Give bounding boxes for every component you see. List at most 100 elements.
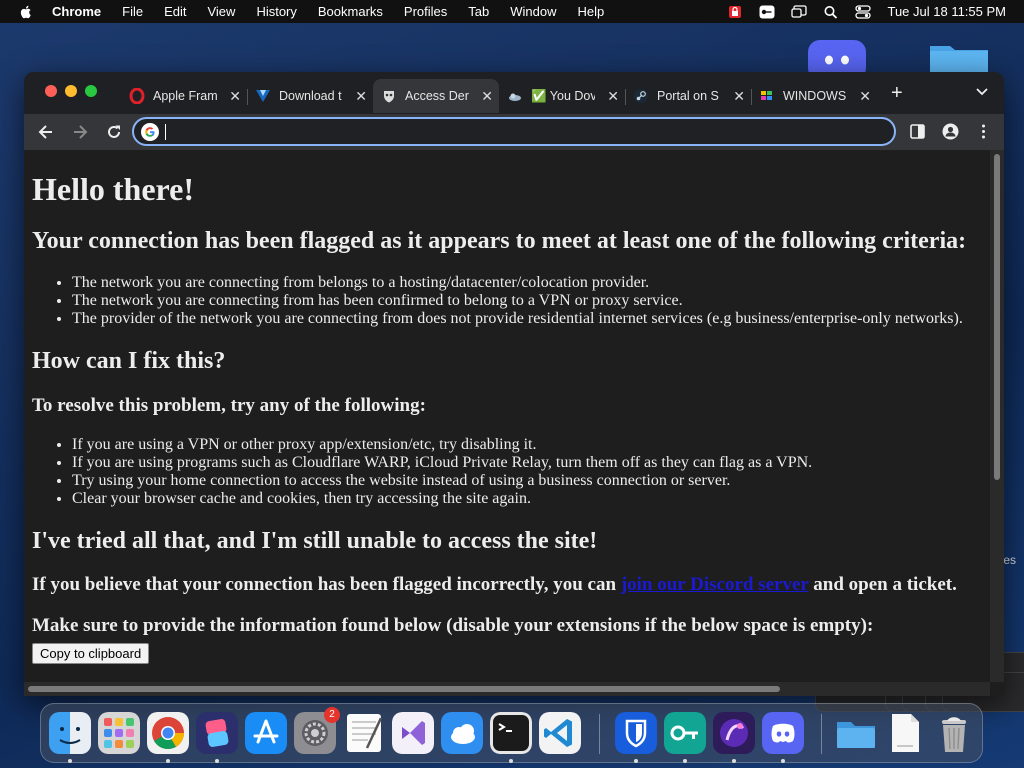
tab-title: ✅ You Dov bbox=[531, 88, 595, 103]
list-item: The network you are connecting from belo… bbox=[72, 274, 990, 292]
tab-title: Download t bbox=[279, 89, 342, 103]
running-indicator bbox=[68, 759, 72, 763]
new-tab-button[interactable]: + bbox=[891, 82, 903, 105]
minimize-window-button[interactable] bbox=[65, 85, 77, 97]
list-item: The provider of the network you are conn… bbox=[72, 310, 990, 328]
windows-app-icon bbox=[761, 91, 772, 100]
tab-title: Apple Fram bbox=[153, 89, 217, 103]
list-item: Try using your home connection to access… bbox=[72, 472, 990, 490]
folder-desktop-icon[interactable] bbox=[928, 40, 990, 72]
menu-tab[interactable]: Tab bbox=[468, 4, 489, 19]
chrome-icon[interactable] bbox=[147, 712, 189, 754]
document-icon[interactable] bbox=[884, 712, 926, 754]
tab-search-chevron-icon[interactable] bbox=[976, 86, 988, 98]
horizontal-scrollbar[interactable] bbox=[24, 682, 990, 696]
notification-badge: 2 bbox=[324, 707, 340, 723]
app-store-icon[interactable] bbox=[245, 712, 287, 754]
back-arrow-icon[interactable] bbox=[37, 123, 55, 141]
omnibox-input[interactable] bbox=[172, 123, 872, 140]
tab-windows[interactable]: WINDOWS ✕ bbox=[751, 79, 877, 113]
launchpad-icon[interactable] bbox=[98, 712, 140, 754]
dock: 2 bbox=[40, 703, 983, 763]
list-item: The network you are connecting from has … bbox=[72, 292, 990, 310]
tab-close-icon[interactable]: ✕ bbox=[481, 88, 493, 105]
weather-icon[interactable] bbox=[441, 712, 483, 754]
profile-avatar-icon[interactable] bbox=[942, 123, 959, 140]
lock-status-icon[interactable] bbox=[727, 5, 743, 19]
menu-app-name[interactable]: Chrome bbox=[52, 4, 101, 19]
control-center-icon[interactable] bbox=[855, 4, 872, 19]
apple-menu-icon[interactable] bbox=[18, 4, 34, 20]
tab-portal-steam[interactable]: Portal on S ✕ bbox=[625, 79, 752, 113]
menu-file[interactable]: File bbox=[122, 4, 143, 19]
tab-strip: Apple Fram ✕ Download t ✕ Access Der ✕ ✅… bbox=[24, 72, 1004, 114]
opera-icon bbox=[129, 88, 145, 104]
forward-arrow-icon[interactable] bbox=[71, 123, 89, 141]
spotlight-search-icon[interactable] bbox=[823, 5, 839, 19]
tab-apple-frameworks[interactable]: Apple Fram ✕ bbox=[121, 79, 248, 113]
menu-edit[interactable]: Edit bbox=[164, 4, 186, 19]
vscode-icon[interactable] bbox=[539, 712, 581, 754]
chrome-menu-icon[interactable] bbox=[975, 123, 992, 140]
terminal-icon[interactable] bbox=[490, 712, 532, 754]
discord-desktop-icon[interactable] bbox=[808, 40, 866, 74]
tab-title: WINDOWS bbox=[783, 89, 847, 103]
vuetify-icon bbox=[256, 90, 270, 102]
tab-close-icon[interactable]: ✕ bbox=[607, 88, 619, 105]
fixes-list: If you are using a VPN or other proxy ap… bbox=[32, 436, 990, 508]
tab-title: Access Der bbox=[405, 89, 469, 103]
cloud-icon bbox=[509, 93, 521, 101]
trash-icon[interactable] bbox=[933, 712, 975, 754]
desktop-partial-label: es bbox=[1003, 553, 1016, 567]
finder-icon[interactable] bbox=[49, 712, 91, 754]
reload-icon[interactable] bbox=[105, 123, 123, 141]
menu-history[interactable]: History bbox=[256, 4, 296, 19]
copy-to-clipboard-button[interactable]: Copy to clipboard bbox=[32, 643, 150, 664]
dock-separator bbox=[599, 714, 600, 754]
criteria-list: The network you are connecting from belo… bbox=[32, 274, 990, 328]
discord-icon[interactable] bbox=[762, 712, 804, 754]
tab-download[interactable]: Download t ✕ bbox=[247, 79, 373, 113]
running-indicator bbox=[634, 759, 638, 763]
textedit-icon[interactable] bbox=[343, 712, 385, 754]
running-indicator bbox=[732, 759, 736, 763]
horizontal-scroll-thumb[interactable] bbox=[28, 686, 780, 692]
web-page-content: Hello there! Your connection has been fl… bbox=[24, 150, 990, 682]
menu-bookmarks[interactable]: Bookmarks bbox=[318, 4, 383, 19]
running-indicator bbox=[683, 759, 687, 763]
menu-profiles[interactable]: Profiles bbox=[404, 4, 447, 19]
shortcuts-icon[interactable] bbox=[196, 712, 238, 754]
close-window-button[interactable] bbox=[45, 85, 57, 97]
maximize-window-button[interactable] bbox=[85, 85, 97, 97]
screen-mirroring-icon[interactable] bbox=[791, 4, 808, 19]
tab-close-icon[interactable]: ✕ bbox=[355, 88, 367, 105]
tab-close-icon[interactable]: ✕ bbox=[859, 88, 871, 105]
tab-close-icon[interactable]: ✕ bbox=[229, 88, 241, 105]
menu-window[interactable]: Window bbox=[510, 4, 556, 19]
menu-view[interactable]: View bbox=[207, 4, 235, 19]
authenticator-icon[interactable] bbox=[664, 712, 706, 754]
visual-studio-icon[interactable] bbox=[392, 712, 434, 754]
discord-server-link[interactable]: join our Discord server bbox=[621, 574, 809, 595]
menu-help[interactable]: Help bbox=[578, 4, 605, 19]
menu-clock[interactable]: Tue Jul 18 11:55 PM bbox=[887, 4, 1006, 19]
vertical-scroll-thumb[interactable] bbox=[994, 154, 1000, 480]
tab-close-icon[interactable]: ✕ bbox=[733, 88, 745, 105]
menu-bar: Chrome File Edit View History Bookmarks … bbox=[0, 0, 1024, 23]
vertical-scrollbar[interactable] bbox=[990, 150, 1004, 682]
list-item: If you are using a VPN or other proxy ap… bbox=[72, 436, 990, 454]
tab-access-denied[interactable]: Access Der ✕ bbox=[373, 79, 499, 113]
tried-heading: I've tried all that, and I'm still unabl… bbox=[32, 528, 598, 554]
address-bar[interactable] bbox=[132, 117, 896, 146]
text-cursor bbox=[165, 123, 166, 140]
key-app-icon[interactable] bbox=[759, 5, 775, 19]
mask-icon bbox=[384, 91, 394, 103]
list-item: Clear your browser cache and cookies, th… bbox=[72, 490, 990, 508]
dev-app-icon[interactable] bbox=[713, 712, 755, 754]
tab-you-download[interactable]: ✅ You Dov ✕ bbox=[499, 79, 626, 113]
folder-icon[interactable] bbox=[835, 712, 877, 754]
side-panel-icon[interactable] bbox=[909, 123, 926, 140]
steam-icon bbox=[634, 89, 648, 103]
bitwarden-icon[interactable] bbox=[615, 712, 657, 754]
page-title: Hello there! bbox=[32, 171, 195, 207]
